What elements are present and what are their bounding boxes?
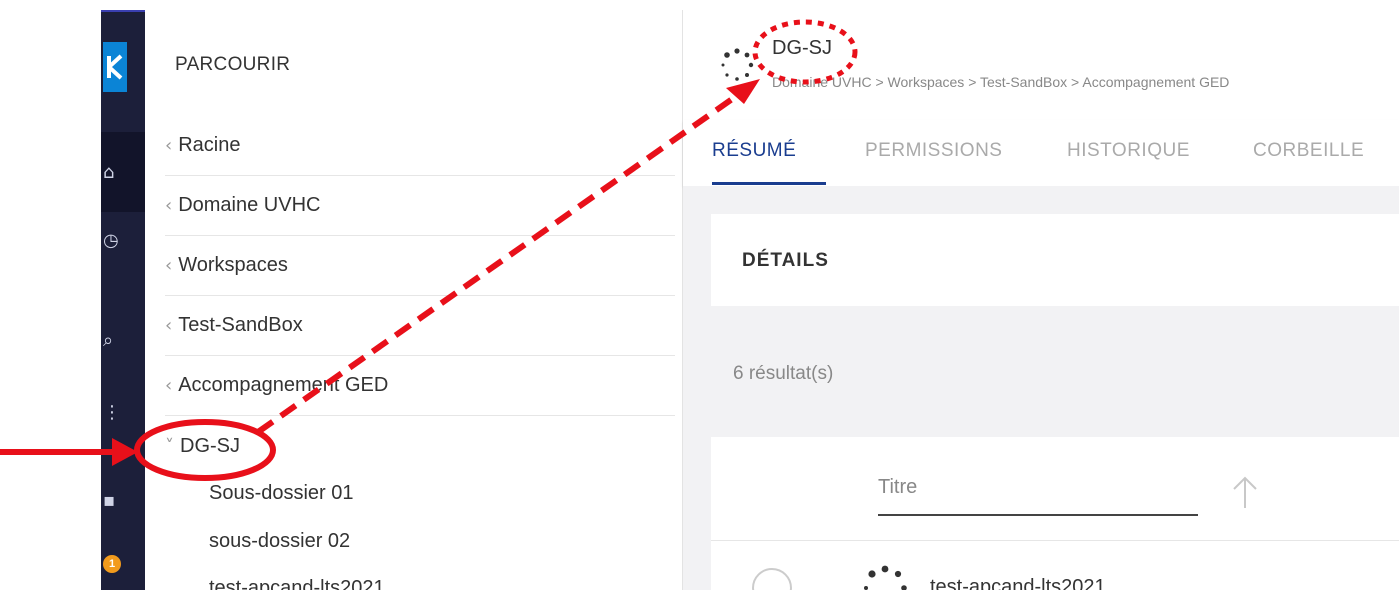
tab-corbeille[interactable]: CORBEILLE xyxy=(1253,140,1364,162)
tasks-icon[interactable]: ▪ xyxy=(103,490,115,511)
share-icon[interactable]: ⋮ xyxy=(103,402,121,423)
tab-permissions[interactable]: PERMISSIONS xyxy=(865,140,1002,162)
document-title: DG-SJ xyxy=(772,37,832,59)
row-spinner-icon xyxy=(864,565,907,590)
tree-item-current[interactable]: ˅ DG-SJ xyxy=(165,416,675,476)
document-spinner-icon xyxy=(721,48,754,81)
tree-item-racine[interactable]: ‹ Racine xyxy=(165,116,675,176)
tree-item-label: Racine xyxy=(178,134,241,156)
browse-panel: PARCOURIR ‹ Racine ‹ Domaine UVHC ‹ Work… xyxy=(145,10,683,590)
notification-badge[interactable]: 1 xyxy=(103,555,121,573)
column-header-underline xyxy=(878,514,1198,516)
panel-title: PARCOURIR xyxy=(175,54,291,75)
breadcrumb[interactable]: Domaine UVHC > Workspaces > Test-SandBox… xyxy=(772,74,1229,90)
details-title: DÉTAILS xyxy=(742,250,829,271)
column-header-title[interactable]: Titre xyxy=(878,476,917,499)
document-header xyxy=(683,10,1399,120)
table-row-title[interactable]: test-apcand-lts2021 xyxy=(930,576,1106,590)
tree-child-item[interactable]: sous-dossier 02 xyxy=(209,530,350,553)
tree-item-label: Test-SandBox xyxy=(178,314,303,336)
app-rail: ⌂ ◷ ⌕ ⋮ ▪ 1 xyxy=(101,10,145,590)
tree-item-label: Workspaces xyxy=(178,254,288,276)
clock-icon[interactable]: ◷ xyxy=(103,230,119,251)
chevron-left-icon: ‹ xyxy=(165,135,173,156)
tree-item-accompagnement[interactable]: ‹ Accompagnement GED xyxy=(165,356,675,416)
tab-historique[interactable]: HISTORIQUE xyxy=(1067,140,1190,162)
chevron-left-icon: ‹ xyxy=(165,255,173,276)
sort-ascending-icon[interactable] xyxy=(1230,474,1260,510)
tree-item-test-sandbox[interactable]: ‹ Test-SandBox xyxy=(165,296,675,356)
tree-item-label: DG-SJ xyxy=(180,434,240,457)
search-icon[interactable]: ⌕ xyxy=(103,330,113,351)
table-row-separator xyxy=(711,540,1399,541)
chevron-left-icon: ‹ xyxy=(165,195,173,216)
chevron-left-icon: ‹ xyxy=(165,315,173,336)
results-count: 6 résultat(s) xyxy=(733,363,834,384)
tree-child-item[interactable]: Sous-dossier 01 xyxy=(209,482,354,505)
chevron-left-icon: ‹ xyxy=(165,375,173,396)
logo-icon[interactable] xyxy=(103,42,127,92)
tree-child-item[interactable]: test-apcand-lts2021 xyxy=(209,577,385,590)
tree-item-label: Accompagnement GED xyxy=(178,374,389,396)
tab-bar: RÉSUMÉ PERMISSIONS HISTORIQUE CORBEILLE xyxy=(683,120,1399,186)
chevron-down-icon: ˅ xyxy=(165,435,174,457)
tree-item-label: Domaine UVHC xyxy=(178,194,321,216)
tree-item-workspaces[interactable]: ‹ Workspaces xyxy=(165,236,675,296)
active-tab-indicator xyxy=(712,182,826,185)
tab-resume[interactable]: RÉSUMÉ xyxy=(712,140,796,162)
home-icon[interactable]: ⌂ xyxy=(103,162,114,183)
tree-item-domaine[interactable]: ‹ Domaine UVHC xyxy=(165,176,675,236)
